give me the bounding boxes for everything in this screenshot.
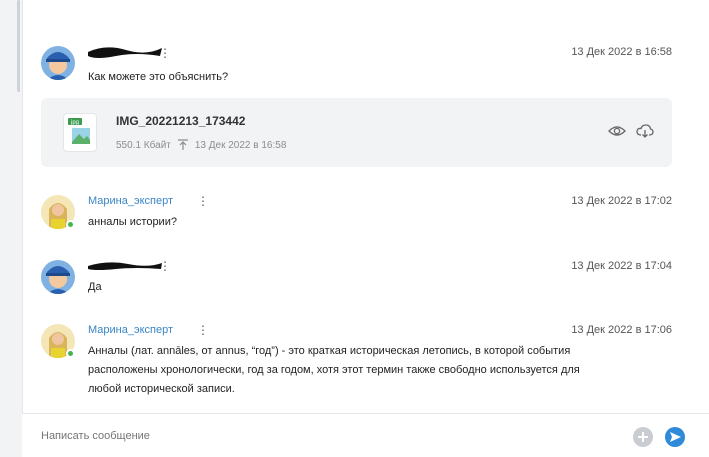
file-meta: 550.1 Кбайт 13 Дек 2022 в 16:58 <box>116 139 286 151</box>
avatar[interactable] <box>41 46 75 80</box>
redacted-name <box>88 47 162 58</box>
upload-icon <box>177 139 188 150</box>
file-ext-label: jpg <box>70 120 79 126</box>
author-name[interactable]: Марина_эксперт <box>88 195 173 207</box>
more-options-icon[interactable]: ⋮ <box>159 260 171 272</box>
message-line: расположены хронологически, год за годом… <box>88 364 580 376</box>
file-size: 550.1 Кбайт <box>116 139 171 151</box>
file-actions <box>608 124 654 138</box>
file-name[interactable]: IMG_20221213_173442 <box>116 114 245 128</box>
scrollbar[interactable] <box>17 0 20 92</box>
eye-icon[interactable] <box>608 124 626 138</box>
plus-icon <box>638 432 648 442</box>
message-line: Анналы (лат. annāles, от annus, “год”) -… <box>88 345 571 357</box>
more-options-icon[interactable]: ⋮ <box>159 47 171 59</box>
file-date: 13 Дек 2022 в 16:58 <box>194 139 287 151</box>
message-text: Анналы (лат. annāles, от annus, “год”) -… <box>88 342 678 399</box>
more-options-icon[interactable]: ⋮ <box>197 324 209 336</box>
message-time: 13 Дек 2022 в 16:58 <box>571 46 672 58</box>
message-time: 13 Дек 2022 в 17:06 <box>571 324 672 336</box>
message-text: анналы истории? <box>88 216 177 228</box>
add-attachment-button[interactable] <box>633 427 653 447</box>
image-file-icon: jpg <box>63 113 97 152</box>
message-time: 13 Дек 2022 в 17:04 <box>571 260 672 272</box>
more-options-icon[interactable]: ⋮ <box>197 195 209 207</box>
message-text: Да <box>88 281 102 293</box>
file-attachment[interactable]: jpg IMG_20221213_173442 550.1 Кбайт 13 Д… <box>41 98 672 167</box>
send-button[interactable] <box>665 427 685 447</box>
redacted-name <box>88 262 162 270</box>
online-indicator <box>66 220 75 229</box>
message-time: 13 Дек 2022 в 17:02 <box>571 195 672 207</box>
avatar[interactable] <box>41 260 75 294</box>
message-input[interactable] <box>41 430 601 442</box>
author-name[interactable]: Марина_эксперт <box>88 324 173 336</box>
message-text: Как можете это объяснить? <box>88 71 229 83</box>
message-line: любой исторической записи. <box>88 383 235 395</box>
send-icon <box>669 432 681 442</box>
message-composer <box>22 413 709 457</box>
online-indicator <box>66 349 75 358</box>
cloud-download-icon[interactable] <box>636 124 654 138</box>
